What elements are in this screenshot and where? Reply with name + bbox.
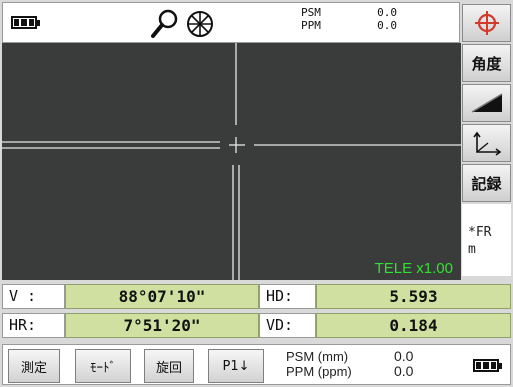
measure-button-label: 測定 (20, 360, 47, 376)
reticle-crosshair (2, 43, 461, 280)
mode-button[interactable]: ﾓｰﾄﾞ (75, 349, 131, 383)
psm-value: 0.0 (377, 6, 397, 19)
rotate-button[interactable]: 旋回 (144, 349, 194, 383)
battery-full-icon (11, 16, 40, 29)
bottom-ppm-label: PPM (ppm) (286, 364, 352, 379)
top-psm-ppm-readout: PSM 0.0 PPM 0.0 (301, 6, 397, 32)
target-mode-button[interactable] (462, 4, 511, 42)
side-note-line1: *FR (468, 225, 492, 240)
rotate-button-label: 旋回 (155, 360, 182, 376)
bottom-psm-ppm-readout: PSM (mm) 0.0 PPM (ppm) 0.0 (286, 348, 424, 380)
telescope-camera-view[interactable]: TELE x1.00 (2, 43, 461, 280)
total-station-screen: PSM 0.0 PPM 0.0 TELE x1.00 角度 記録 *FR m V… (0, 0, 513, 387)
slope-distance-icon (471, 93, 502, 113)
ppm-label: PPM (301, 19, 321, 32)
bottom-psm-label: PSM (mm) (286, 349, 349, 364)
record-button-label: 記録 (471, 174, 502, 193)
ppm-value: 0.0 (377, 19, 397, 32)
measurement-row: HR: 7°51'20" VD: 0.184 (2, 311, 511, 339)
record-button[interactable]: 記録 (462, 164, 511, 202)
hr-label: HR: (2, 313, 65, 338)
measure-button[interactable]: 測定 (8, 349, 60, 383)
side-note-frm: *FR m (462, 204, 511, 276)
angle-button[interactable]: 角度 (462, 44, 511, 82)
angle-button-label: 角度 (471, 54, 502, 73)
status-icons (148, 7, 216, 41)
hd-distance-value: 5.593 (316, 284, 511, 309)
mode-button-label: ﾓｰﾄﾞ (90, 360, 116, 376)
status-bar: PSM 0.0 PPM 0.0 (2, 2, 460, 43)
measurement-row: V : 88°07'10" HD: 5.593 (2, 282, 511, 310)
laser-target-icon (187, 11, 213, 37)
side-softkeys: 角度 記録 *FR m (462, 4, 511, 280)
battery-full-icon (473, 359, 502, 372)
magnifier-icon (151, 9, 178, 38)
vd-distance-value: 0.184 (316, 313, 511, 338)
bottom-psm-value: 0.0 (394, 348, 414, 364)
crosshair-target-icon (474, 11, 499, 35)
zoom-level-label: TELE x1.00 (374, 260, 453, 277)
function-bar: 測定 ﾓｰﾄﾞ 旋回 P1↓ PSM (mm) 0.0 PPM (ppm) 0.0 (2, 344, 511, 385)
v-angle-value: 88°07'10" (65, 284, 259, 309)
side-note-line2: m (468, 242, 476, 257)
slope-distance-button[interactable] (462, 84, 511, 122)
measurement-panel: V : 88°07'10" HD: 5.593 HR: 7°51'20" VD:… (2, 282, 511, 342)
hd-label: HD: (259, 284, 316, 309)
page-button-label: P1↓ (222, 358, 250, 374)
page-button[interactable]: P1↓ (208, 349, 264, 383)
coordinate-axes-icon (472, 131, 501, 156)
vd-label: VD: (259, 313, 316, 338)
hr-angle-value: 7°51'20" (65, 313, 259, 338)
psm-label: PSM (301, 6, 321, 19)
v-label: V : (2, 284, 65, 309)
coordinate-button[interactable] (462, 124, 511, 162)
bottom-ppm-value: 0.0 (394, 363, 414, 379)
